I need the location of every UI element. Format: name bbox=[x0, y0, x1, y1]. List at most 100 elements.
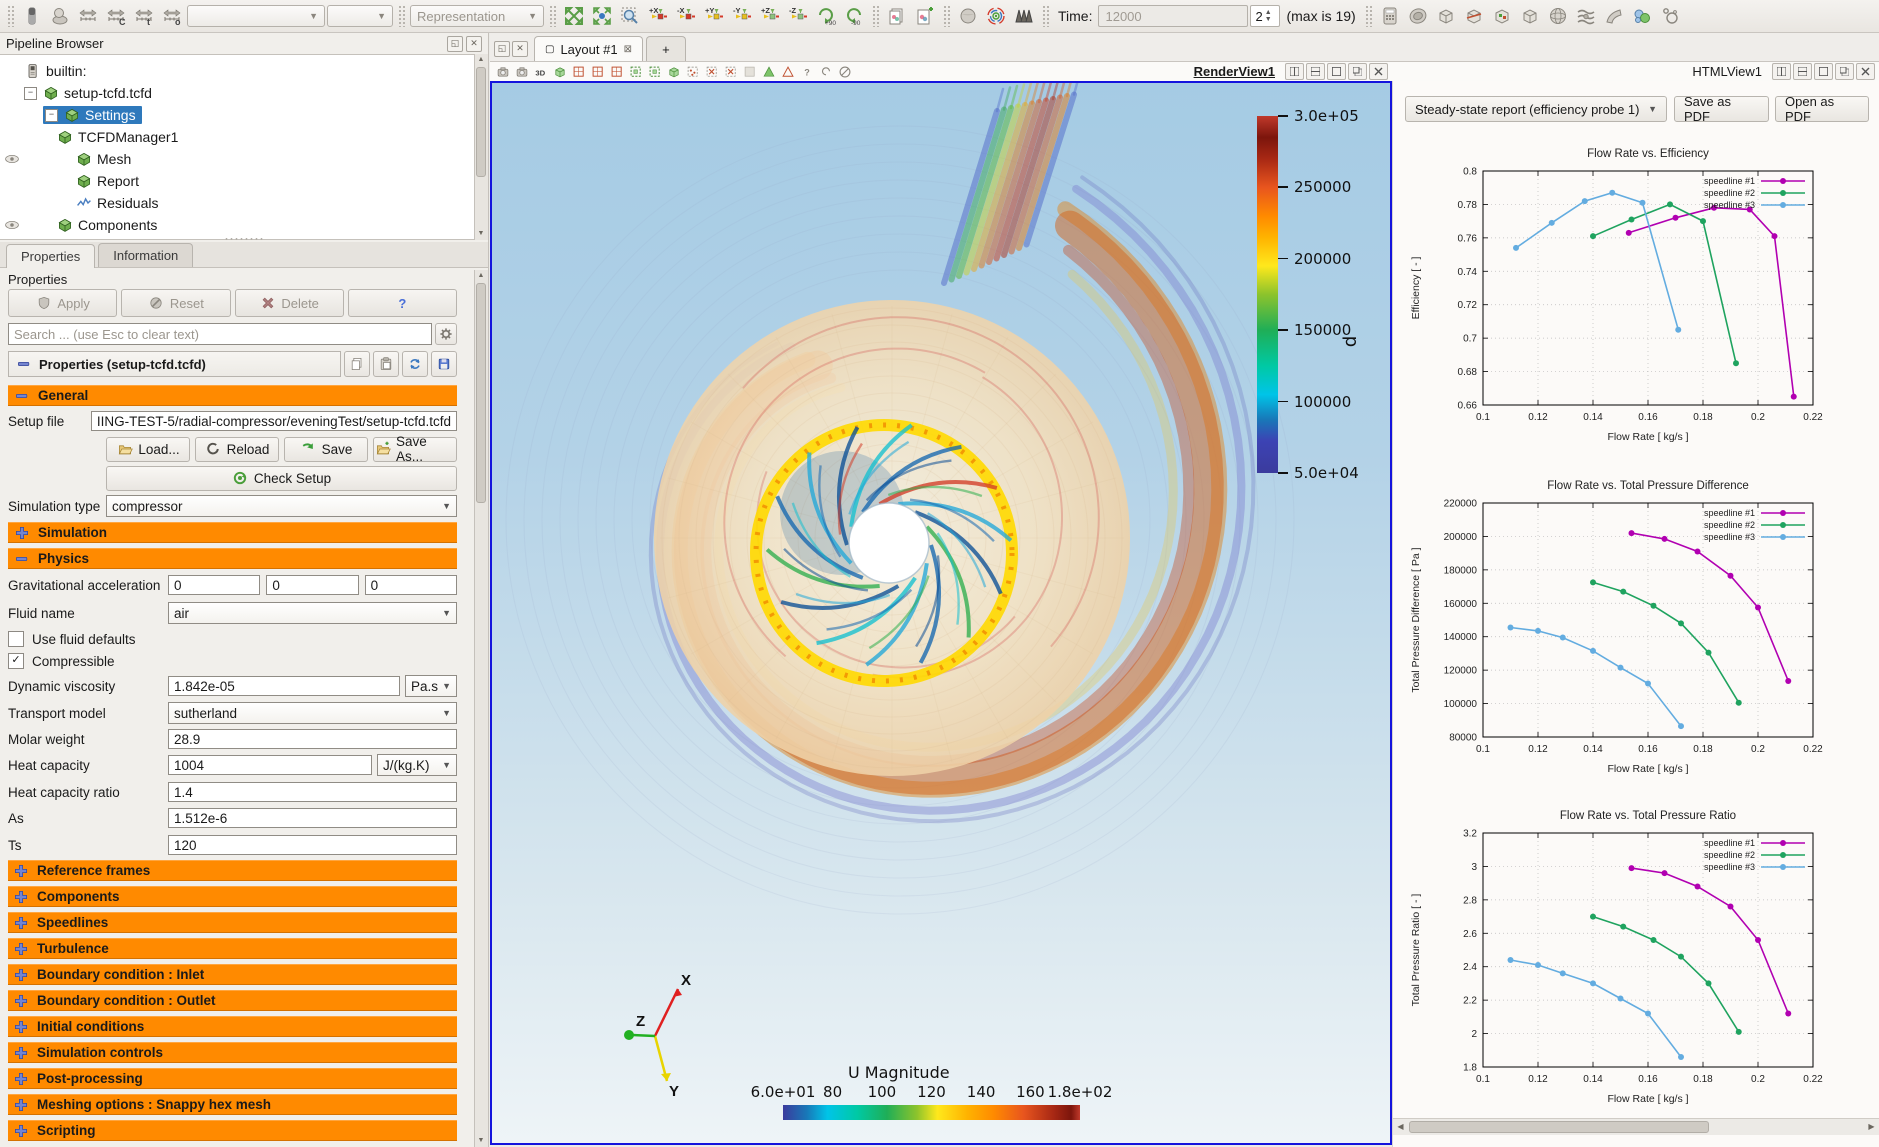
load-button[interactable]: Load... bbox=[106, 437, 190, 462]
help-button[interactable]: ? bbox=[348, 289, 457, 317]
split-horizontal-icon[interactable] bbox=[1772, 63, 1791, 80]
view-plus-x-icon[interactable]: +X bbox=[645, 3, 671, 29]
viscosity-unit-combo[interactable]: Pa.s▼ bbox=[405, 675, 457, 697]
toolbar-grip[interactable] bbox=[549, 5, 556, 27]
capture-view-icon[interactable] bbox=[513, 64, 530, 80]
threshold-filter-icon[interactable] bbox=[1489, 3, 1515, 29]
rescale-to-custom-range-icon[interactable]: C bbox=[103, 3, 129, 29]
fluid-name-combo[interactable]: air▼ bbox=[168, 602, 457, 624]
spinner-arrows-icon[interactable]: ▲▼ bbox=[1265, 9, 1272, 23]
show-center-sphere-icon[interactable] bbox=[955, 3, 981, 29]
popout-view-icon[interactable] bbox=[1835, 63, 1854, 80]
clip-filter-icon[interactable] bbox=[1433, 3, 1459, 29]
pipeline-item-settings[interactable]: − Settings bbox=[43, 104, 142, 126]
close-layout-icon[interactable]: ✕ bbox=[512, 41, 528, 57]
render-viewport[interactable]: XYZ 3.0e+052500002000001500001000005.0e+… bbox=[490, 81, 1392, 1145]
center-axes-visibility-icon[interactable] bbox=[589, 64, 606, 80]
section-physics[interactable]: Physics bbox=[8, 548, 457, 569]
as-input[interactable]: 1.512e-6 bbox=[168, 808, 457, 828]
select-polygon-cells-icon[interactable] bbox=[703, 64, 720, 80]
section-initial-conditions[interactable]: Initial conditions bbox=[8, 1016, 457, 1037]
reset-button[interactable]: Reset bbox=[121, 289, 230, 317]
section-simulation[interactable]: Simulation bbox=[8, 522, 457, 543]
heat-capacity-unit-combo[interactable]: J/(kg.K)▼ bbox=[377, 754, 457, 776]
copy-properties-button[interactable] bbox=[344, 351, 370, 377]
pipeline-item-residuals[interactable]: Residuals bbox=[75, 192, 158, 214]
maximize-view-icon[interactable] bbox=[1814, 63, 1833, 80]
reload-properties-button[interactable] bbox=[402, 351, 428, 377]
delete-button[interactable]: Delete bbox=[235, 289, 344, 317]
zoom-to-data-icon[interactable] bbox=[589, 3, 615, 29]
transport-model-combo[interactable]: sutherland▼ bbox=[168, 702, 457, 724]
representation-combo[interactable]: Representation ▼ bbox=[410, 5, 544, 27]
velocity-colorbar[interactable] bbox=[783, 1105, 1080, 1120]
gravity-y-input[interactable]: 0 bbox=[266, 575, 358, 595]
pipeline-item-report[interactable]: Report bbox=[75, 170, 139, 192]
section-post-processing[interactable]: Post-processing bbox=[8, 1068, 457, 1089]
extract-subset-icon[interactable] bbox=[1517, 3, 1543, 29]
select-block-icon[interactable] bbox=[741, 64, 758, 80]
contour-filter-icon[interactable] bbox=[1405, 3, 1431, 29]
color-by-array-combo[interactable]: ▼ bbox=[187, 5, 325, 27]
view-minus-z-icon[interactable]: -Z bbox=[785, 3, 811, 29]
group-datasets-icon[interactable] bbox=[1629, 3, 1655, 29]
pipeline-item-tcfdmanager1[interactable]: TCFDManager1 bbox=[56, 126, 178, 148]
heat-capacity-ratio-input[interactable]: 1.4 bbox=[168, 782, 457, 802]
color-by-component-combo[interactable]: ▼ bbox=[327, 5, 393, 27]
section-scripting[interactable]: Scripting bbox=[8, 1120, 457, 1141]
scroll-left-icon[interactable]: ◀ bbox=[1393, 1120, 1408, 1134]
save-as-pdf-button[interactable]: Save as PDF bbox=[1674, 96, 1769, 122]
tab-properties[interactable]: Properties bbox=[6, 244, 95, 268]
select-frustum-points-icon[interactable] bbox=[684, 64, 701, 80]
use-fluid-defaults-checkbox[interactable] bbox=[8, 631, 24, 647]
pipeline-scrollbar[interactable]: ▲▼ bbox=[474, 54, 488, 240]
edit-color-map-icon[interactable] bbox=[47, 3, 73, 29]
interactive-select-points-icon[interactable] bbox=[779, 64, 796, 80]
color-legend-toggle-icon[interactable] bbox=[19, 3, 45, 29]
pipeline-item-mesh[interactable]: Mesh bbox=[75, 148, 131, 170]
section-general[interactable]: General bbox=[8, 385, 457, 406]
simulation-type-combo[interactable]: compressor▼ bbox=[106, 495, 457, 517]
ts-input[interactable]: 120 bbox=[168, 835, 457, 855]
view-minus-x-icon[interactable]: -X bbox=[673, 3, 699, 29]
select-polygon-points-icon[interactable] bbox=[722, 64, 739, 80]
visibility-eye-icon[interactable] bbox=[3, 151, 20, 167]
save-screenshot-icon[interactable] bbox=[494, 64, 511, 80]
pressure-colorbar[interactable] bbox=[1257, 116, 1278, 473]
save-as-button[interactable]: Save As... bbox=[373, 437, 457, 462]
time-field[interactable]: 12000 bbox=[1098, 5, 1248, 27]
html-view-title[interactable]: HTMLView1 bbox=[1692, 64, 1762, 79]
slice-filter-icon[interactable] bbox=[1461, 3, 1487, 29]
view-plus-z-icon[interactable]: +Z bbox=[757, 3, 783, 29]
close-tab-icon[interactable]: ⊠ bbox=[624, 44, 632, 55]
rotate-90-cw-icon[interactable]: +90 bbox=[813, 3, 839, 29]
select-surface-cells-icon[interactable] bbox=[627, 64, 644, 80]
show-orientation-rings-icon[interactable] bbox=[983, 3, 1009, 29]
gravity-x-input[interactable]: 0 bbox=[168, 575, 260, 595]
select-surface-points-icon[interactable] bbox=[646, 64, 663, 80]
section-turbulence[interactable]: Turbulence bbox=[8, 938, 457, 959]
rescale-to-visible-icon[interactable]: o bbox=[159, 3, 185, 29]
collapse-icon[interactable]: − bbox=[24, 87, 37, 100]
save-button[interactable]: Save bbox=[284, 437, 368, 462]
interactive-select-cells-icon[interactable] bbox=[760, 64, 777, 80]
toolbar-grip[interactable] bbox=[943, 5, 950, 27]
warp-filter-icon[interactable] bbox=[1601, 3, 1627, 29]
reset-camera-icon[interactable] bbox=[561, 3, 587, 29]
gravity-z-input[interactable]: 0 bbox=[365, 575, 457, 595]
reload-button[interactable]: Reload bbox=[195, 437, 279, 462]
section-simulation-controls[interactable]: Simulation controls bbox=[8, 1042, 457, 1063]
pipeline-item-builtin[interactable]: builtin: bbox=[24, 60, 86, 82]
split-vertical-icon[interactable] bbox=[1306, 63, 1325, 80]
toolbar-grip[interactable] bbox=[872, 5, 879, 27]
search-options-gear-button[interactable] bbox=[435, 323, 457, 345]
section-speedlines[interactable]: Speedlines bbox=[8, 912, 457, 933]
tab-layout-1[interactable]: ▢ Layout #1 ⊠ bbox=[534, 36, 643, 61]
collapse-icon[interactable]: − bbox=[45, 109, 58, 122]
scroll-right-icon[interactable]: ▶ bbox=[1864, 1120, 1879, 1134]
render-view-title[interactable]: RenderView1 bbox=[1194, 64, 1275, 79]
toolbar-grip[interactable] bbox=[1365, 5, 1372, 27]
split-vertical-icon[interactable] bbox=[1793, 63, 1812, 80]
edit-axes-grid-icon[interactable] bbox=[570, 64, 587, 80]
zoom-to-box-icon[interactable] bbox=[617, 3, 643, 29]
